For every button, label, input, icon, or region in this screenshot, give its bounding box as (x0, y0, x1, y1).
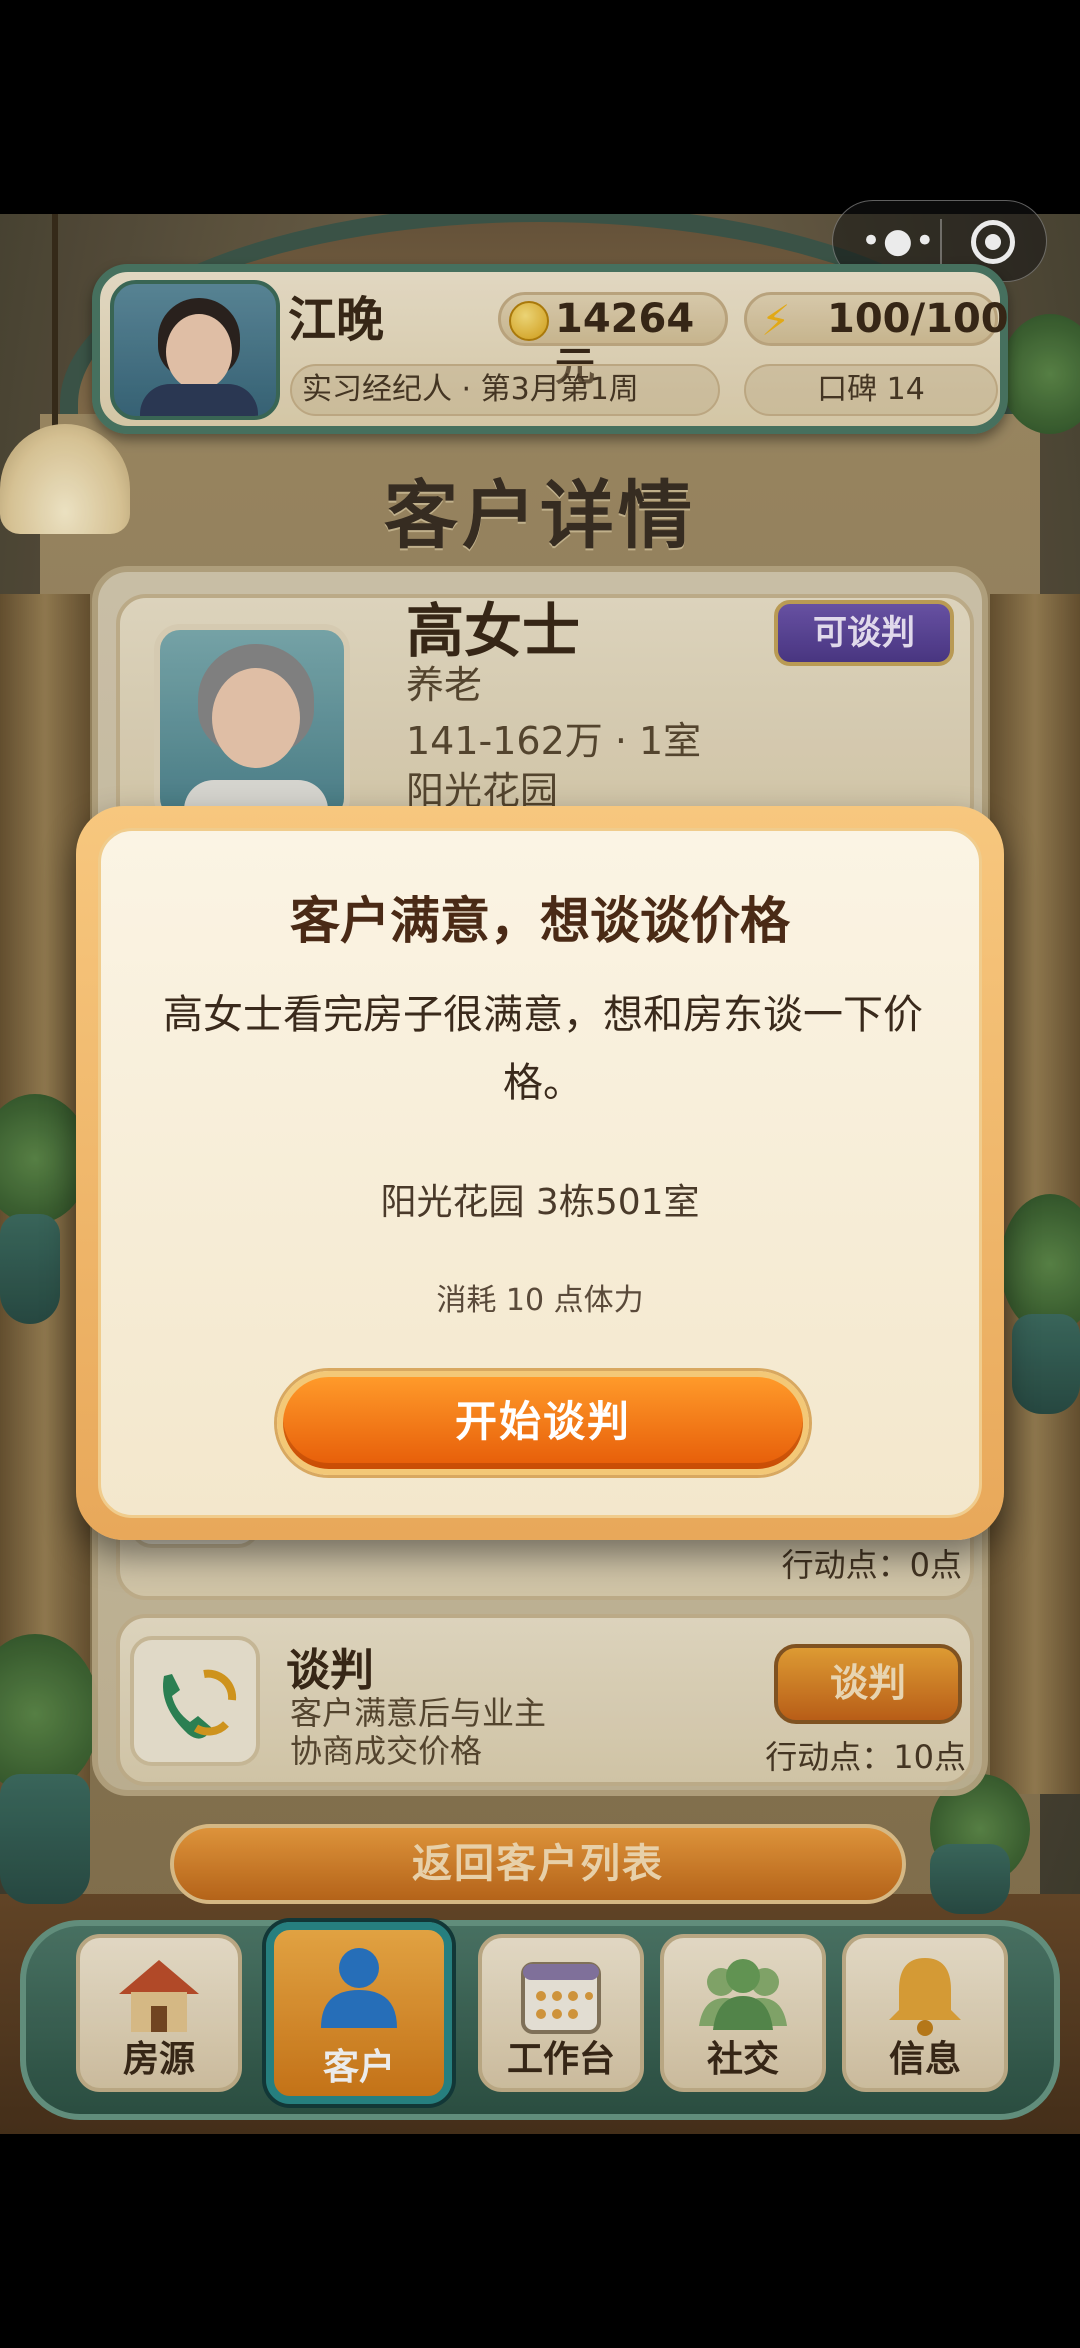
start-negotiation-button[interactable]: 开始谈判 (277, 1371, 809, 1475)
dialog-address: 阳光花园 3栋501室 (380, 1182, 700, 1223)
dialog-message: 高女士看完房子很满意，想和房东谈一下价格。 (163, 992, 923, 1106)
dialog-content: 客户满意，想谈谈价格 高女士看完房子很满意，想和房东谈一下价格。 阳光花园 3栋… (98, 828, 982, 1518)
dialog-energy-cost: 消耗 10 点体力 (436, 1283, 644, 1318)
negotiation-dialog: 客户满意，想谈谈价格 高女士看完房子很满意，想和房东谈一下价格。 阳光花园 3栋… (76, 806, 1004, 1540)
dialog-title: 客户满意，想谈谈价格 (290, 892, 790, 950)
